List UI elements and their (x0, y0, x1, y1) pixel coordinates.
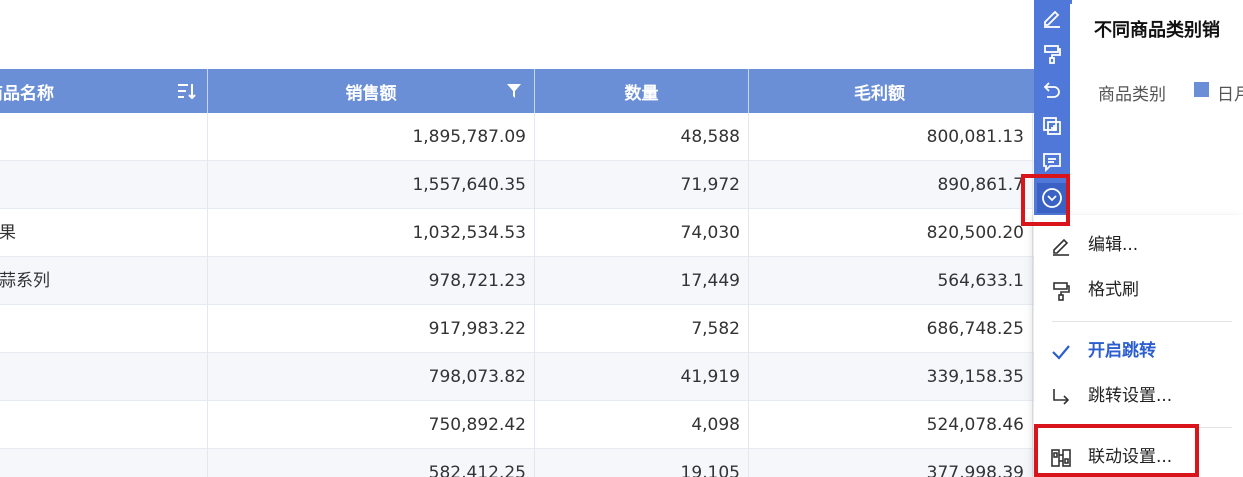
table-cell-name (0, 113, 208, 161)
highlight-box-linkage-settings (1034, 424, 1199, 477)
column-header-label: 销售额 (345, 83, 397, 104)
menu-item-label: 格式刷 (1088, 280, 1139, 300)
table-row[interactable]: 798,073.82 41,919 339,158.35 (0, 353, 1050, 401)
menu-item-jump-settings[interactable]: 跳转设置... (1034, 376, 1243, 416)
table-cell-name (0, 449, 208, 477)
menu-item-format-brush[interactable]: 格式刷 (1034, 270, 1243, 310)
table-cell-sales: 917,983.22 (208, 305, 535, 353)
legend-item[interactable]: 日月 (1217, 80, 1243, 105)
table-cell-profit: 377,998.39 (749, 449, 1033, 477)
format-brush-icon (1050, 280, 1072, 302)
column-header-sales[interactable]: 销售额 (208, 69, 535, 113)
table-cell-qty: 17,449 (535, 257, 749, 305)
table-cell-profit: 800,081.13 (749, 113, 1033, 161)
table-header: 商品名称 销售额 数量 毛利额 (0, 69, 1050, 113)
table-cell-qty: 7,582 (535, 305, 749, 353)
filter-icon[interactable] (504, 81, 524, 101)
table-cell-name (0, 401, 208, 449)
legend-label: 商品类别 (1098, 85, 1166, 105)
table-row[interactable]: 蒜系列 978,721.23 17,449 564,633.1 (0, 257, 1050, 305)
column-header-product-name[interactable]: 商品名称 (0, 69, 208, 113)
table-cell-sales: 978,721.23 (208, 257, 535, 305)
table-row[interactable]: 1,895,787.09 48,588 800,081.13 (0, 113, 1050, 161)
table-cell-sales: 582,412.25 (208, 449, 535, 477)
edit-icon[interactable] (1037, 3, 1067, 33)
table-cell-profit: 686,748.25 (749, 305, 1033, 353)
table-cell-profit: 820,500.20 (749, 209, 1033, 257)
table-row[interactable]: 917,983.22 7,582 686,748.25 (0, 305, 1050, 353)
table-row[interactable]: 750,892.42 4,098 524,078.46 (0, 401, 1050, 449)
table-cell-qty: 71,972 (535, 161, 749, 209)
table-cell-sales: 798,073.82 (208, 353, 535, 401)
menu-item-label: 编辑... (1088, 235, 1139, 255)
column-header-label: 数量 (624, 83, 659, 104)
table-row[interactable]: 582,412.25 19,105 377,998.39 (0, 449, 1050, 477)
table-cell-sales: 750,892.42 (208, 401, 535, 449)
sort-icon[interactable] (177, 81, 197, 101)
chart-panel: 不同商品类别销 商品类别 日月 (1072, 0, 1243, 210)
edit-icon (1050, 235, 1072, 257)
table-cell-qty: 19,105 (535, 449, 749, 477)
column-header-label: 毛利额 (854, 83, 905, 104)
menu-item-enable-jump[interactable]: 开启跳转 (1034, 331, 1243, 371)
table-cell-profit: 890,861.7 (749, 161, 1033, 209)
undo-icon[interactable] (1037, 75, 1067, 105)
table-row[interactable]: 1,557,640.35 71,972 890,861.7 (0, 161, 1050, 209)
format-brush-icon[interactable] (1037, 39, 1067, 69)
menu-item-label: 开启跳转 (1088, 341, 1156, 361)
column-header-label: 商品名称 (0, 83, 54, 104)
table-cell-name: 果 (0, 209, 208, 257)
table-row[interactable]: 果 1,032,534.53 74,030 820,500.20 (0, 209, 1050, 257)
table-cell-qty: 4,098 (535, 401, 749, 449)
table-cell-sales: 1,557,640.35 (208, 161, 535, 209)
menu-item-label: 跳转设置... (1088, 386, 1173, 406)
chart-title: 不同商品类别销 (1094, 20, 1220, 41)
table-cell-sales: 1,032,534.53 (208, 209, 535, 257)
table-cell-qty: 74,030 (535, 209, 749, 257)
copy-icon[interactable] (1037, 111, 1067, 141)
table-cell-profit: 339,158.35 (749, 353, 1033, 401)
table-cell-sales: 1,895,787.09 (208, 113, 535, 161)
table-cell-name (0, 353, 208, 401)
highlight-box-more-button (1021, 174, 1070, 226)
table-cell-qty: 48,588 (535, 113, 749, 161)
table-cell-name (0, 161, 208, 209)
column-header-gross-profit[interactable]: 毛利额 (749, 69, 1050, 113)
table-cell-name (0, 305, 208, 353)
table-cell-qty: 41,919 (535, 353, 749, 401)
comment-icon[interactable] (1037, 147, 1067, 177)
menu-item-edit[interactable]: 编辑... (1034, 225, 1243, 265)
table-cell-profit: 524,078.46 (749, 401, 1033, 449)
column-header-quantity[interactable]: 数量 (535, 69, 749, 113)
redirect-arrow-icon (1050, 386, 1072, 408)
legend-swatch (1194, 82, 1209, 97)
checkmark-icon (1050, 341, 1072, 363)
menu-divider (1052, 321, 1232, 322)
table-cell-profit: 564,633.1 (749, 257, 1033, 305)
table-cell-name: 蒜系列 (0, 257, 208, 305)
data-table: 商品名称 销售额 数量 毛利额 1,895,787.0948,588800,08… (0, 69, 1050, 477)
